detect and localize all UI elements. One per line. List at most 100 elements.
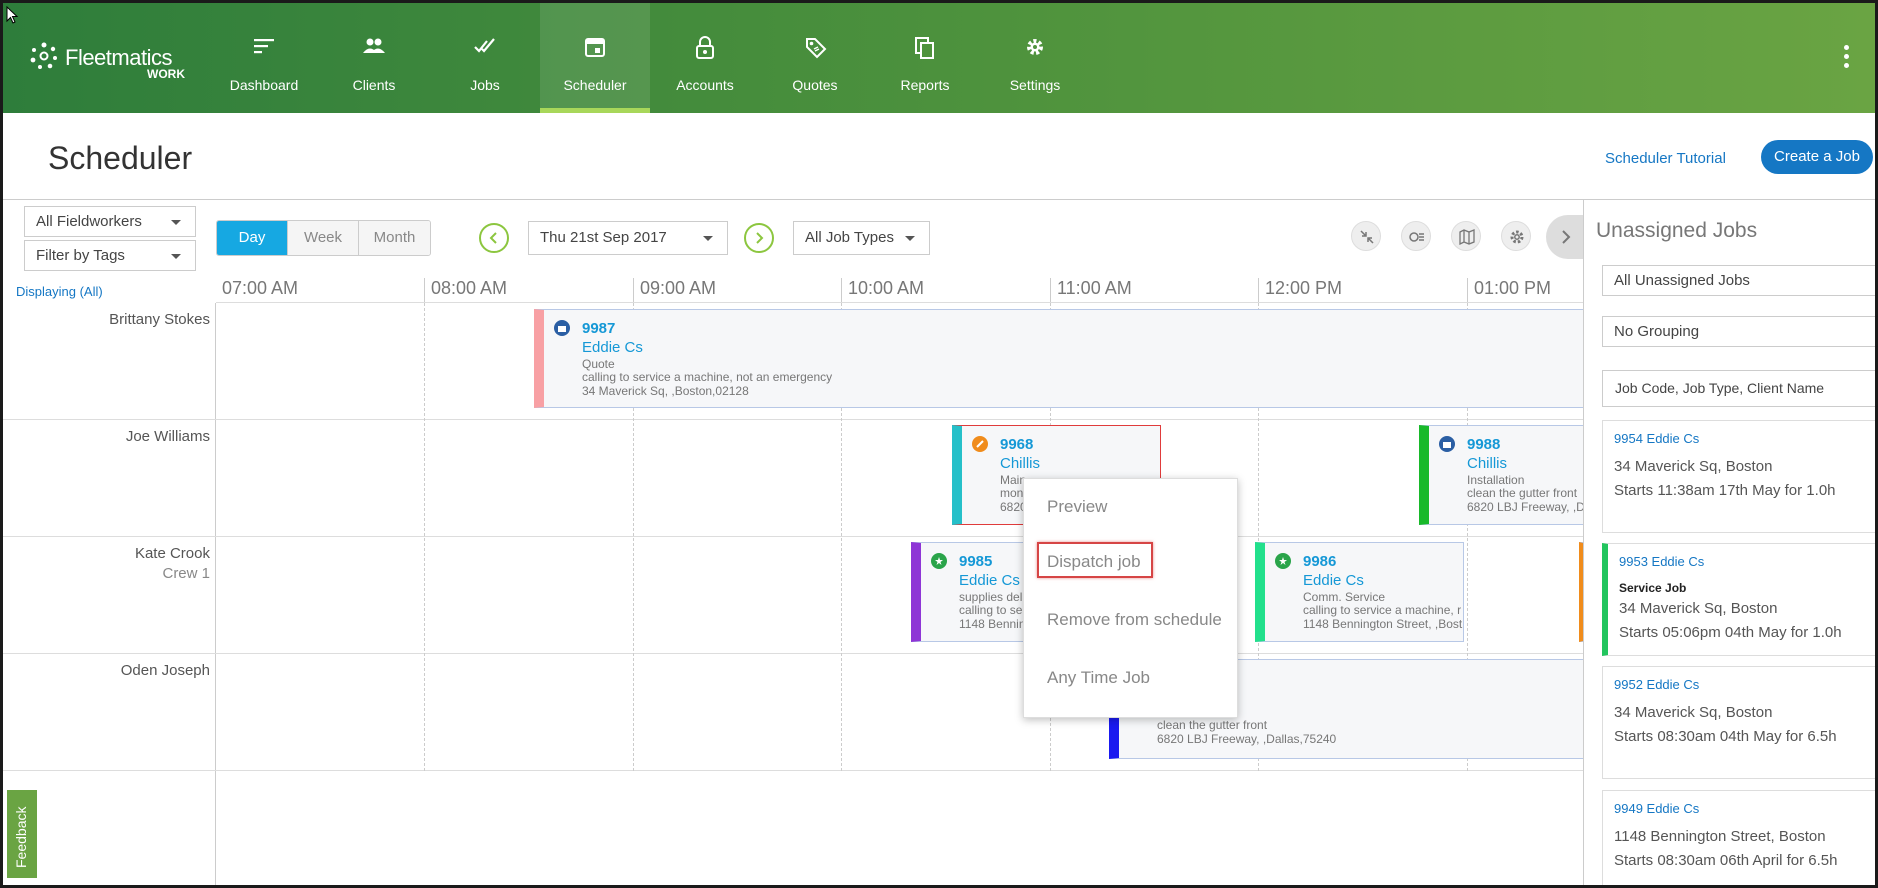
job-code: 9985 xyxy=(959,553,993,570)
previous-day-button[interactable] xyxy=(479,223,509,253)
view-toggle: Day Week Month xyxy=(216,220,431,256)
displaying-filter-link[interactable]: Displaying (All) xyxy=(16,284,103,299)
unassigned-job-card[interactable]: 9949 Eddie Cs 1148 Bennington Street, Bo… xyxy=(1602,790,1875,885)
date-picker[interactable]: Thu 21st Sep 2017 xyxy=(528,221,728,255)
worker-name: Brittany Stokes xyxy=(109,311,210,328)
job-client: Eddie Cs xyxy=(1303,572,1364,589)
time-tick: 10:00 AM xyxy=(841,278,924,302)
card-job-type: Service Job xyxy=(1619,581,1687,595)
time-tick: 09:00 AM xyxy=(633,278,716,302)
timeline-header: 07:00 AM 08:00 AM 09:00 AM 10:00 AM 11:0… xyxy=(216,275,1583,303)
briefcase-icon xyxy=(1439,436,1455,452)
job-types-value: All Job Types xyxy=(805,229,894,246)
unassigned-filter-select[interactable]: All Unassigned Jobs xyxy=(1602,265,1875,296)
worker-row-label: Brittany Stokes xyxy=(3,303,216,420)
chevron-down-icon xyxy=(171,219,181,225)
search-placeholder: Job Code, Job Type, Client Name xyxy=(1615,380,1825,396)
reports-icon xyxy=(915,37,934,59)
next-day-button[interactable] xyxy=(744,223,774,253)
worker-name: Joe Williams xyxy=(125,428,210,445)
scheduler-tutorial-link[interactable]: Scheduler Tutorial xyxy=(1605,150,1726,167)
card-header[interactable]: 9954 Eddie Cs xyxy=(1614,431,1699,446)
row-divider xyxy=(216,653,1583,654)
chevron-left-icon xyxy=(489,232,497,244)
more-options-icon[interactable] xyxy=(1844,45,1850,72)
nav-jobs[interactable]: Jobs xyxy=(430,3,540,113)
chevron-down-icon xyxy=(703,236,713,241)
worker-crew: Crew 1 xyxy=(162,565,210,582)
collapse-rows-button[interactable] xyxy=(1351,221,1381,251)
dashboard-icon xyxy=(254,39,274,54)
job-description: calling to service a machine, not an eme… xyxy=(582,370,833,384)
job-client: Chillis xyxy=(1467,455,1508,472)
fieldworkers-select-value: All Fieldworkers xyxy=(36,213,142,230)
job-description: calling to service a machine, r xyxy=(1303,603,1462,617)
map-view-button[interactable] xyxy=(1451,221,1481,251)
compress-icon xyxy=(1360,230,1374,244)
worker-name: Kate Crook xyxy=(134,545,210,562)
page-title: Scheduler xyxy=(48,140,193,176)
job-description: clean the gutter front xyxy=(1157,718,1268,732)
unassigned-job-card[interactable]: 9953 Eddie Cs Service Job 34 Maverick Sq… xyxy=(1602,543,1875,656)
unassigned-title: Unassigned Jobs xyxy=(1596,219,1758,242)
job-card-9985[interactable]: 9985 Eddie Cs supplies deli calling to s… xyxy=(911,542,1041,642)
unassigned-job-card[interactable]: 9952 Eddie Cs 34 Maverick Sq, Boston Sta… xyxy=(1602,666,1875,779)
job-address: 1148 Bennin xyxy=(959,617,1026,631)
job-type: Quote xyxy=(582,357,615,371)
toggle-unassigned-panel-button[interactable] xyxy=(1546,215,1586,259)
nav-label: Settings xyxy=(1009,77,1061,93)
row-divider xyxy=(216,770,1583,771)
tags-filter-value: Filter by Tags xyxy=(36,247,125,264)
tag-icon xyxy=(806,38,827,59)
unassigned-job-card[interactable]: 9954 Eddie Cs 34 Maverick Sq, Boston Sta… xyxy=(1602,420,1875,533)
hour-gridline xyxy=(424,303,425,771)
feedback-tab[interactable]: Feedback xyxy=(7,790,37,878)
job-client: Eddie Cs xyxy=(582,339,643,356)
nav-label: Accounts xyxy=(676,77,734,93)
view-week-button[interactable]: Week xyxy=(288,221,359,255)
route-toggle-button[interactable] xyxy=(1401,221,1431,251)
nav-clients[interactable]: Clients xyxy=(319,3,429,113)
job-types-select[interactable]: All Job Types xyxy=(793,221,930,255)
nav-settings[interactable]: Settings xyxy=(980,3,1090,113)
tags-filter-select[interactable]: Filter by Tags xyxy=(24,240,196,271)
job-description: mon xyxy=(1000,486,1024,500)
job-card-9986[interactable]: 9986 Eddie Cs Comm. Service calling to s… xyxy=(1255,542,1464,642)
job-context-menu: Preview Dispatch job Remove from schedul… xyxy=(1023,478,1238,718)
logo-subtext: WORK xyxy=(147,67,185,81)
grouping-select[interactable]: No Grouping xyxy=(1602,316,1875,347)
scheduler-settings-button[interactable] xyxy=(1501,221,1531,251)
route-icon xyxy=(1409,232,1424,242)
menu-item-any-time-job[interactable]: Any Time Job xyxy=(1047,668,1150,688)
job-address: 1148 Bennington Street, ,Bost xyxy=(1303,617,1463,631)
view-day-button[interactable]: Day xyxy=(217,221,288,255)
job-type: supplies deli xyxy=(959,590,1026,604)
nav-accounts[interactable]: Accounts xyxy=(650,3,760,113)
menu-item-dispatch-job[interactable]: Dispatch job xyxy=(1047,552,1141,572)
create-job-button[interactable]: Create a Job xyxy=(1761,140,1873,174)
nav-quotes[interactable]: Quotes xyxy=(760,3,870,113)
nav-label: Quotes xyxy=(792,77,838,93)
menu-item-remove-from-schedule[interactable]: Remove from schedule xyxy=(1047,610,1222,630)
nav-dashboard[interactable]: Dashboard xyxy=(209,3,319,113)
unassigned-jobs-panel: Unassigned Jobs All Unassigned Jobs No G… xyxy=(1583,200,1875,885)
unassigned-search-input[interactable]: Job Code, Job Type, Client Name xyxy=(1602,370,1875,407)
card-header[interactable]: 9949 Eddie Cs xyxy=(1614,801,1699,816)
briefcase-icon xyxy=(554,320,570,336)
map-icon xyxy=(1459,229,1475,245)
card-start: Starts 05:06pm 04th May for 1.0h xyxy=(1619,624,1842,641)
nav-scheduler[interactable]: Scheduler xyxy=(540,3,650,113)
worker-row-label: Kate Crook Crew 1 xyxy=(3,537,216,654)
time-tick: 01:00 PM xyxy=(1467,278,1551,302)
view-month-button[interactable]: Month xyxy=(359,221,430,255)
card-header[interactable]: 9952 Eddie Cs xyxy=(1614,677,1699,692)
menu-item-preview[interactable]: Preview xyxy=(1047,497,1107,517)
job-address: 6820 LBJ Freeway, ,Da xyxy=(1467,500,1583,514)
fieldworkers-select[interactable]: All Fieldworkers xyxy=(24,206,196,237)
card-header[interactable]: 9953 Eddie Cs xyxy=(1619,554,1704,569)
job-card-9988[interactable]: 9988 Chillis Installation clean the gutt… xyxy=(1419,425,1583,525)
nav-reports[interactable]: Reports xyxy=(870,3,980,113)
app-window: Fleetmatics WORK Dashboard Clients Jobs … xyxy=(0,0,1878,888)
card-start: Starts 08:30am 06th April for 6.5h xyxy=(1614,852,1838,869)
job-card-9987[interactable]: 9987 Eddie Cs Quote calling to service a… xyxy=(534,309,1583,408)
